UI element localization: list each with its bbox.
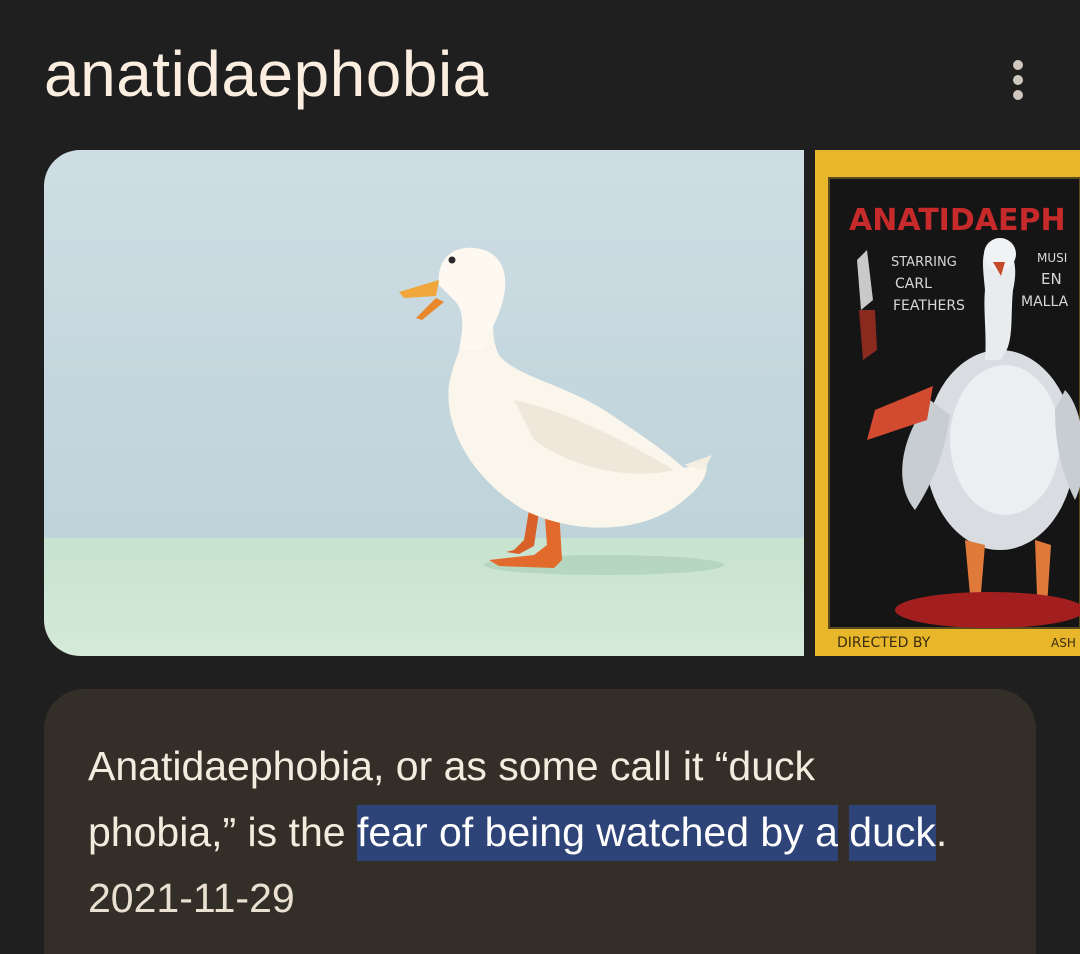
poster-credit: MUSI <box>1037 251 1067 265</box>
poster-credit: EN <box>1041 270 1062 288</box>
page-title: anatidaephobia <box>44 38 489 110</box>
answer-date: 2021-11-29 <box>88 875 295 921</box>
answer-snippet: Anatidaephobia, or as some call it “duck… <box>88 733 968 931</box>
poster-image[interactable]: ANATIDAEPH STARRING CARL FEATHERS MUSI E… <box>815 150 1080 656</box>
poster-illustration: ANATIDAEPH STARRING CARL FEATHERS MUSI E… <box>815 150 1080 656</box>
poster-title-text: ANATIDAEPH <box>849 203 1066 238</box>
more-vert-icon <box>1013 60 1023 100</box>
poster-credit: MALLA <box>1021 294 1069 310</box>
more-options-button[interactable] <box>990 52 1046 108</box>
answer-text-after: . <box>935 809 948 855</box>
poster-credit: CARL <box>895 276 932 292</box>
poster-credit: FEATHERS <box>893 298 965 314</box>
poster-credit: STARRING <box>891 255 957 270</box>
poster-director-text: DIRECTED BY <box>837 635 931 651</box>
answer-highlight-part2[interactable]: duck <box>849 805 936 861</box>
answer-highlight-part1[interactable]: fear of being watched by a <box>356 805 838 861</box>
duck-photo-image[interactable] <box>44 150 804 656</box>
image-carousel[interactable]: ANATIDAEPH STARRING CARL FEATHERS MUSI E… <box>44 150 1080 656</box>
featured-answer-card: Anatidaephobia, or as some call it “duck… <box>44 689 1036 954</box>
poster-director-name: ASH <box>1051 636 1076 650</box>
duck-photo-illustration <box>44 150 804 656</box>
